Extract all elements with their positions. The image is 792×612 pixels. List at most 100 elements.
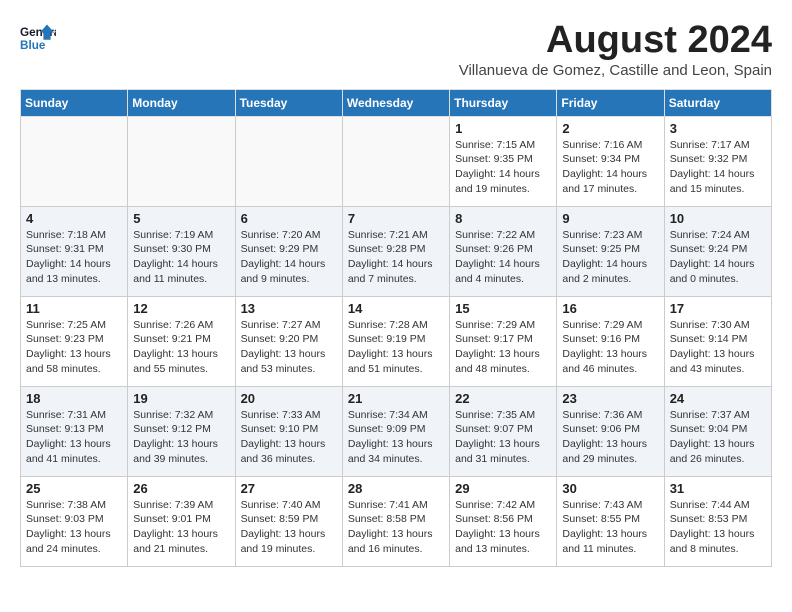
calendar-cell: 9 Sunrise: 7:23 AMSunset: 9:25 PMDaylight…: [557, 206, 664, 296]
calendar-cell: [235, 116, 342, 206]
calendar-cell: [128, 116, 235, 206]
calendar-cell: [342, 116, 449, 206]
calendar-row-1: 1Sunrise: 7:15 AMSunset: 9:35 PMDaylight…: [21, 116, 772, 206]
col-header-wednesday: Wednesday: [342, 89, 449, 116]
calendar-cell: 5 Sunrise: 7:19 AMSunset: 9:30 PMDaylight…: [128, 206, 235, 296]
day-info: Sunrise: 7:28 AMSunset: 9:19 PMDaylight:…: [348, 318, 444, 377]
calendar-cell: 3 Sunrise: 7:17 AMSunset: 9:32 PMDaylight…: [664, 116, 771, 206]
month-year: August 2024: [459, 20, 772, 62]
calendar-cell: 7 Sunrise: 7:21 AMSunset: 9:28 PMDaylight…: [342, 206, 449, 296]
day-info: Sunrise: 7:24 AMSunset: 9:24 PMDaylight:…: [670, 228, 766, 287]
calendar-cell: 10 Sunrise: 7:24 AMSunset: 9:24 PMDayligh…: [664, 206, 771, 296]
day-info: Sunrise: 7:41 AMSunset: 8:58 PMDaylight:…: [348, 498, 444, 557]
day-info: Sunrise: 7:19 AMSunset: 9:30 PMDaylight:…: [133, 228, 229, 287]
calendar-cell: 25Sunrise: 7:38 AMSunset: 9:03 PMDayligh…: [21, 476, 128, 566]
day-number: 24: [670, 391, 766, 406]
calendar-cell: 1Sunrise: 7:15 AMSunset: 9:35 PMDaylight…: [450, 116, 557, 206]
calendar-cell: 27Sunrise: 7:40 AMSunset: 8:59 PMDayligh…: [235, 476, 342, 566]
calendar-cell: 17 Sunrise: 7:30 AMSunset: 9:14 PMDayligh…: [664, 296, 771, 386]
calendar-cell: 12 Sunrise: 7:26 AMSunset: 9:21 PMDayligh…: [128, 296, 235, 386]
day-number: 28: [348, 481, 444, 496]
day-number: 26: [133, 481, 229, 496]
day-number: 10: [670, 211, 766, 226]
day-number: 13: [241, 301, 337, 316]
calendar-cell: [21, 116, 128, 206]
calendar-cell: 19 Sunrise: 7:32 AMSunset: 9:12 PMDayligh…: [128, 386, 235, 476]
day-info: Sunrise: 7:16 AMSunset: 9:34 PMDaylight:…: [562, 138, 658, 197]
calendar-cell: 2Sunrise: 7:16 AMSunset: 9:34 PMDaylight…: [557, 116, 664, 206]
col-header-friday: Friday: [557, 89, 664, 116]
day-info: Sunrise: 7:20 AMSunset: 9:29 PMDaylight:…: [241, 228, 337, 287]
calendar-cell: 26 Sunrise: 7:39 AMSunset: 9:01 PMDayligh…: [128, 476, 235, 566]
day-number: 5: [133, 211, 229, 226]
day-info: Sunrise: 7:26 AMSunset: 9:21 PMDaylight:…: [133, 318, 229, 377]
calendar-table: SundayMondayTuesdayWednesdayThursdayFrid…: [20, 89, 772, 567]
calendar-cell: 14 Sunrise: 7:28 AMSunset: 9:19 PMDayligh…: [342, 296, 449, 386]
calendar-cell: 16Sunrise: 7:29 AMSunset: 9:16 PMDayligh…: [557, 296, 664, 386]
day-number: 17: [670, 301, 766, 316]
day-number: 23: [562, 391, 658, 406]
calendar-row-2: 4 Sunrise: 7:18 AMSunset: 9:31 PMDaylight…: [21, 206, 772, 296]
day-number: 31: [670, 481, 766, 496]
day-info: Sunrise: 7:35 AMSunset: 9:07 PMDaylight:…: [455, 408, 551, 467]
day-number: 29: [455, 481, 551, 496]
day-number: 6: [241, 211, 337, 226]
calendar-cell: 15Sunrise: 7:29 AMSunset: 9:17 PMDayligh…: [450, 296, 557, 386]
day-number: 11: [26, 301, 122, 316]
logo: General Blue: [20, 20, 56, 56]
day-number: 30: [562, 481, 658, 496]
logo-icon: General Blue: [20, 20, 56, 56]
col-header-monday: Monday: [128, 89, 235, 116]
day-number: 15: [455, 301, 551, 316]
location: Villanueva de Gomez, Castille and Leon, …: [459, 62, 772, 79]
day-info: Sunrise: 7:39 AMSunset: 9:01 PMDaylight:…: [133, 498, 229, 557]
day-number: 22: [455, 391, 551, 406]
calendar-cell: 20Sunrise: 7:33 AMSunset: 9:10 PMDayligh…: [235, 386, 342, 476]
day-info: Sunrise: 7:23 AMSunset: 9:25 PMDaylight:…: [562, 228, 658, 287]
col-header-saturday: Saturday: [664, 89, 771, 116]
day-info: Sunrise: 7:18 AMSunset: 9:31 PMDaylight:…: [26, 228, 122, 287]
col-header-sunday: Sunday: [21, 89, 128, 116]
col-header-tuesday: Tuesday: [235, 89, 342, 116]
calendar-cell: 21Sunrise: 7:34 AMSunset: 9:09 PMDayligh…: [342, 386, 449, 476]
day-number: 19: [133, 391, 229, 406]
day-info: Sunrise: 7:32 AMSunset: 9:12 PMDaylight:…: [133, 408, 229, 467]
day-info: Sunrise: 7:30 AMSunset: 9:14 PMDaylight:…: [670, 318, 766, 377]
day-info: Sunrise: 7:25 AMSunset: 9:23 PMDaylight:…: [26, 318, 122, 377]
day-info: Sunrise: 7:42 AMSunset: 8:56 PMDaylight:…: [455, 498, 551, 557]
calendar-header-row: SundayMondayTuesdayWednesdayThursdayFrid…: [21, 89, 772, 116]
calendar-cell: 8Sunrise: 7:22 AMSunset: 9:26 PMDaylight…: [450, 206, 557, 296]
page-header: General Blue August 2024 Villanueva de G…: [20, 20, 772, 79]
day-number: 12: [133, 301, 229, 316]
day-info: Sunrise: 7:43 AMSunset: 8:55 PMDaylight:…: [562, 498, 658, 557]
day-number: 4: [26, 211, 122, 226]
day-number: 20: [241, 391, 337, 406]
day-number: 7: [348, 211, 444, 226]
calendar-row-4: 18Sunrise: 7:31 AMSunset: 9:13 PMDayligh…: [21, 386, 772, 476]
day-info: Sunrise: 7:29 AMSunset: 9:16 PMDaylight:…: [562, 318, 658, 377]
day-number: 18: [26, 391, 122, 406]
svg-text:Blue: Blue: [20, 39, 46, 52]
calendar-cell: 29 Sunrise: 7:42 AMSunset: 8:56 PMDayligh…: [450, 476, 557, 566]
calendar-cell: 11 Sunrise: 7:25 AMSunset: 9:23 PMDayligh…: [21, 296, 128, 386]
title-block: August 2024 Villanueva de Gomez, Castill…: [459, 20, 772, 79]
calendar-cell: 24 Sunrise: 7:37 AMSunset: 9:04 PMDayligh…: [664, 386, 771, 476]
calendar-cell: 22 Sunrise: 7:35 AMSunset: 9:07 PMDayligh…: [450, 386, 557, 476]
day-number: 14: [348, 301, 444, 316]
calendar-row-3: 11 Sunrise: 7:25 AMSunset: 9:23 PMDayligh…: [21, 296, 772, 386]
day-info: Sunrise: 7:40 AMSunset: 8:59 PMDaylight:…: [241, 498, 337, 557]
col-header-thursday: Thursday: [450, 89, 557, 116]
day-info: Sunrise: 7:17 AMSunset: 9:32 PMDaylight:…: [670, 138, 766, 197]
day-info: Sunrise: 7:44 AMSunset: 8:53 PMDaylight:…: [670, 498, 766, 557]
calendar-cell: 13Sunrise: 7:27 AMSunset: 9:20 PMDayligh…: [235, 296, 342, 386]
day-number: 9: [562, 211, 658, 226]
day-info: Sunrise: 7:15 AMSunset: 9:35 PMDaylight:…: [455, 138, 551, 197]
day-info: Sunrise: 7:37 AMSunset: 9:04 PMDaylight:…: [670, 408, 766, 467]
day-number: 25: [26, 481, 122, 496]
calendar-cell: 31 Sunrise: 7:44 AMSunset: 8:53 PMDayligh…: [664, 476, 771, 566]
calendar-row-5: 25Sunrise: 7:38 AMSunset: 9:03 PMDayligh…: [21, 476, 772, 566]
calendar-cell: 18Sunrise: 7:31 AMSunset: 9:13 PMDayligh…: [21, 386, 128, 476]
calendar-cell: 30 Sunrise: 7:43 AMSunset: 8:55 PMDayligh…: [557, 476, 664, 566]
day-info: Sunrise: 7:21 AMSunset: 9:28 PMDaylight:…: [348, 228, 444, 287]
day-number: 3: [670, 121, 766, 136]
